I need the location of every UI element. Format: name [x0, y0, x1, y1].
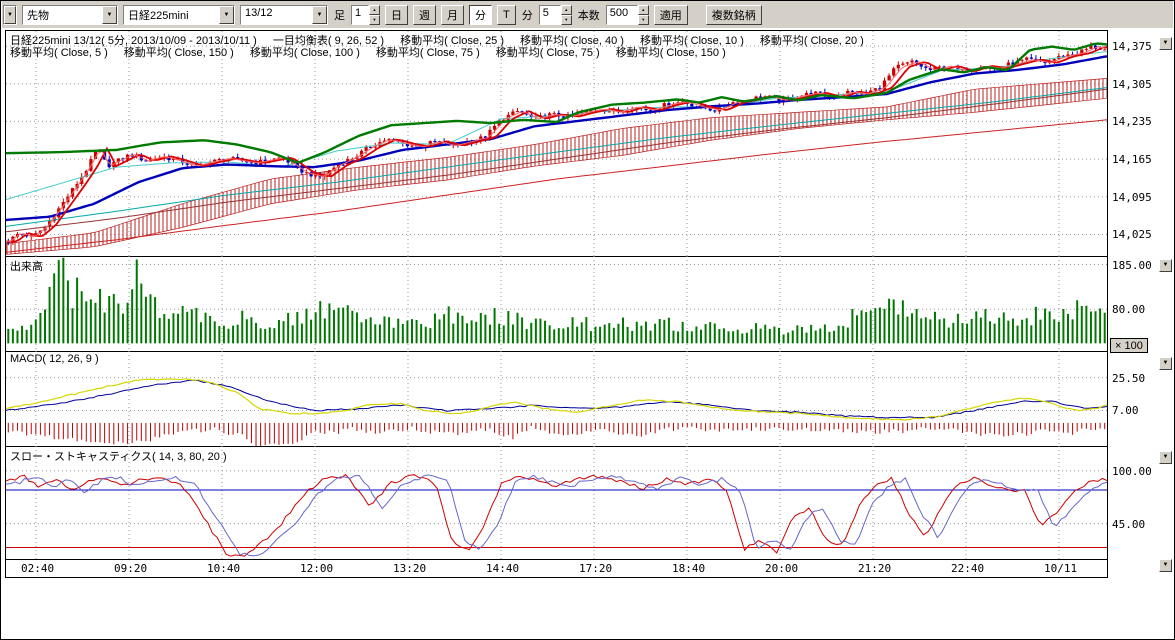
- instrument-type-value: 先物: [23, 6, 102, 24]
- spinner-down-icon[interactable]: ▼: [638, 15, 649, 25]
- percent-k: [6, 475, 1107, 557]
- spinner-down-icon[interactable]: ▼: [369, 15, 380, 25]
- contract-month-value: 13/12: [241, 6, 312, 24]
- price-plot[interactable]: [6, 31, 1107, 256]
- signal: [6, 380, 1107, 418]
- bar-count-value[interactable]: 500: [606, 5, 638, 25]
- volume-bars: [8, 258, 1104, 344]
- interval-value[interactable]: 1: [351, 5, 369, 25]
- volume-panel[interactable]: 出来高: [6, 256, 1107, 351]
- chart-frame: 日経225mini 13/12( 5分, 2013/10/09 - 2013/1…: [5, 30, 1108, 578]
- time-axis: 02:40 09:20 10:40 12:00 13:20 14:40 17:20 18:40…: [6, 559, 1107, 577]
- interval-spinner[interactable]: 1 ▲ ▼: [351, 5, 380, 25]
- time-axis-label: 10:40: [207, 562, 240, 575]
- macd-label: MACD( 12, 26, 9 ): [10, 353, 99, 365]
- macd-axis-label: 25.50: [1112, 372, 1145, 385]
- time-axis-label: 02:40: [21, 562, 54, 575]
- volume-axis-label: 185.00: [1112, 259, 1152, 272]
- indicator-label: 移動平均( Close, 5 ): [10, 47, 108, 59]
- volume-axis-label: 80.00: [1112, 303, 1145, 316]
- axis-scroll-down-button[interactable]: ▼: [1159, 37, 1172, 50]
- ichimoku-cloud: [6, 78, 1107, 254]
- indicator-header-line2: 移動平均( Close, 5 ) 移動平均( Close, 150 ) 移動平均( …: [10, 44, 1105, 60]
- narrow-select[interactable]: ▼: [3, 5, 17, 25]
- time-axis-label: 12:00: [300, 562, 333, 575]
- volume-label: 出来高: [10, 258, 43, 274]
- price-axis-label: 14,235: [1112, 115, 1152, 128]
- macd: [6, 379, 1107, 420]
- stochastics-label: スロー・ストキャスティクス( 14, 3, 80, 20 ): [10, 448, 227, 464]
- chevron-down-icon[interactable]: ▼: [4, 6, 16, 24]
- spinner-up-icon[interactable]: ▲: [638, 5, 649, 15]
- unit-button-day[interactable]: 日: [385, 5, 408, 25]
- time-axis-label: 20:00: [765, 562, 798, 575]
- unit-button-minute[interactable]: 分: [469, 5, 492, 25]
- price-axis-label: 14,095: [1112, 191, 1152, 204]
- ma-40-blue: [6, 56, 1107, 220]
- stoch-axis-label: 100.00: [1112, 465, 1152, 478]
- percent-d: [6, 475, 1107, 556]
- symbol-select[interactable]: 日経225mini ▼: [123, 5, 235, 25]
- spinner-up-icon[interactable]: ▲: [369, 5, 380, 15]
- time-axis-label: 14:40: [486, 562, 519, 575]
- axis-scroll-down-button[interactable]: ▼: [1159, 259, 1172, 272]
- price-axis-label: 14,165: [1112, 153, 1152, 166]
- time-axis-label: 10/11: [1044, 562, 1077, 575]
- time-axis-label: 09:20: [114, 562, 147, 575]
- volume-plot[interactable]: [6, 256, 1107, 351]
- indicator-label: 移動平均( Close, 100 ): [250, 47, 360, 59]
- macd-plot[interactable]: [6, 351, 1107, 446]
- indicator-label: 移動平均( Close, 75 ): [376, 47, 480, 59]
- bar-count-spinner[interactable]: 500 ▲ ▼: [606, 5, 649, 25]
- indicator-label: 移動平均( Close, 150 ): [616, 47, 726, 59]
- ma-150-red: [6, 120, 1107, 252]
- chevron-down-icon[interactable]: ▼: [312, 6, 327, 24]
- unit-button-tick[interactable]: T: [497, 5, 516, 25]
- time-axis-label: 18:40: [672, 562, 705, 575]
- indicator-label: 移動平均( Close, 150 ): [124, 47, 234, 59]
- price-panel[interactable]: 日経225mini 13/12( 5分, 2013/10/09 - 2013/1…: [6, 31, 1107, 256]
- contract-month-select[interactable]: 13/12 ▼: [240, 5, 328, 25]
- spinner-up-icon[interactable]: ▲: [561, 5, 572, 15]
- time-axis-label: 17:20: [579, 562, 612, 575]
- stochastics-panel[interactable]: スロー・ストキャスティクス( 14, 3, 80, 20 ): [6, 446, 1107, 559]
- instrument-type-select[interactable]: 先物 ▼: [22, 5, 118, 25]
- time-axis-label: 13:20: [393, 562, 426, 575]
- axis-scroll-down-button[interactable]: ▼: [1159, 559, 1172, 572]
- macd-axis-label: 7.00: [1112, 404, 1139, 417]
- minutes-spinner[interactable]: 5 ▲ ▼: [539, 5, 572, 25]
- apply-button[interactable]: 適用: [654, 5, 688, 25]
- main-toolbar: ▼ 先物 ▼ 日経225mini ▼ 13/12 ▼ 足 1 ▲ ▼ 日 週 月…: [2, 1, 1173, 28]
- trading-chart-app: ▼ 先物 ▼ 日経225mini ▼ 13/12 ▼ 足 1 ▲ ▼ 日 週 月…: [0, 0, 1175, 640]
- minutes-value[interactable]: 5: [539, 5, 561, 25]
- macd-panel[interactable]: MACD( 12, 26, 9 ): [6, 351, 1107, 446]
- multi-symbol-button[interactable]: 複数銘柄: [706, 5, 762, 25]
- chevron-down-icon[interactable]: ▼: [219, 6, 234, 24]
- unit-button-week[interactable]: 週: [413, 5, 436, 25]
- axis-scroll-down-button[interactable]: ▼: [1159, 451, 1172, 464]
- unit-button-month[interactable]: 月: [441, 5, 464, 25]
- price-axis-label: 14,305: [1112, 78, 1152, 91]
- spinner-down-icon[interactable]: ▼: [561, 15, 572, 25]
- time-axis-label: 21:20: [858, 562, 891, 575]
- price-axis-label: 14,025: [1112, 228, 1152, 241]
- stoch-axis-label: 45.00: [1112, 518, 1145, 531]
- bar-type-label: 足: [333, 7, 346, 23]
- macd-histogram: [8, 423, 1104, 446]
- volume-multiplier-badge: × 100: [1110, 338, 1148, 353]
- ma-25-cyan: [6, 52, 1107, 200]
- time-axis-label: 22:40: [951, 562, 984, 575]
- axis-scroll-down-button[interactable]: ▼: [1159, 357, 1172, 370]
- minutes-unit-label: 分: [521, 7, 534, 23]
- price-axis-label: 14,375: [1112, 40, 1152, 53]
- chevron-down-icon[interactable]: ▼: [102, 6, 117, 24]
- symbol-value: 日経225mini: [124, 6, 219, 24]
- indicator-label: 移動平均( Close, 75 ): [496, 47, 600, 59]
- bar-count-label: 本数: [577, 7, 601, 23]
